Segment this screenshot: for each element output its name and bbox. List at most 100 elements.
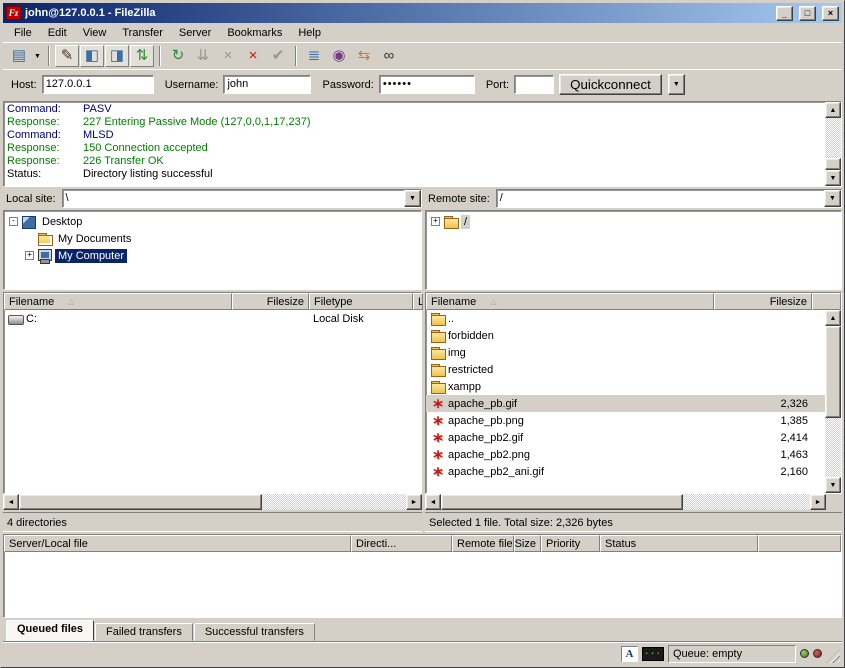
remote-row-file[interactable]: apache_pb2_ani.gif 2,160 [426,463,825,480]
local-site-value[interactable]: \ [63,190,404,207]
site-manager-dropdown-icon[interactable]: ▼ [32,45,43,67]
cancel-icon: × [216,45,240,67]
remote-vertical-scrollbar[interactable]: ▲ ▼ [825,310,841,493]
tab-failed-transfers[interactable]: Failed transfers [95,623,193,641]
column-size[interactable]: Size [514,535,541,552]
chevron-down-icon[interactable]: ▼ [404,190,421,207]
expand-icon[interactable]: + [25,251,34,260]
close-button[interactable]: × [822,6,839,21]
remote-row-file-selected[interactable]: apache_pb.gif 2,326 [426,395,825,412]
scroll-down-icon[interactable]: ▼ [825,170,841,186]
remote-list-body: .. forbidden img restricted xamp [426,310,825,493]
remote-row-parent-dir[interactable]: .. [426,310,825,327]
menu-file[interactable]: File [6,25,40,41]
remote-row-folder[interactable]: img [426,344,825,361]
tree-item-my-computer[interactable]: + My Computer [6,247,421,264]
remote-row-file[interactable]: apache_pb2.gif 2,414 [426,429,825,446]
speed-limit-indicator-icon[interactable]: ··· [642,647,664,661]
menu-bar: File Edit View Transfer Server Bookmarks… [3,23,842,42]
queue-body[interactable] [4,552,841,617]
remote-row-folder[interactable]: xampp [426,378,825,395]
disconnect-icon[interactable]: × [241,45,265,67]
quickconnect-button[interactable]: Quickconnect [559,74,662,95]
remote-horizontal-scrollbar[interactable]: ◄ ► [425,494,842,510]
host-label: Host: [11,79,37,91]
local-horizontal-scrollbar[interactable]: ◄ ► [3,494,422,510]
menu-view[interactable]: View [75,25,115,41]
filename-filters-icon[interactable]: ◉ [327,45,351,67]
remote-row-folder[interactable]: forbidden [426,327,825,344]
refresh-icon[interactable]: ↻ [166,45,190,67]
local-row-c-drive[interactable]: C: Local Disk [4,310,421,327]
remote-site-combo[interactable]: / ▼ [496,189,842,208]
scrollbar-thumb[interactable] [19,494,262,510]
column-filename[interactable]: Filename △ [4,293,232,310]
scrollbar-thumb[interactable] [441,494,683,510]
toggle-local-tree-icon[interactable]: ◧ [80,45,104,67]
column-filesize[interactable]: Filesize [714,293,812,310]
resize-grip[interactable] [826,649,840,663]
find-files-icon[interactable]: ∞ [377,45,401,67]
local-list-body: C: Local Disk [4,310,421,493]
synchronized-browsing-icon[interactable]: ⇆ [352,45,376,67]
username-input[interactable]: john [223,75,311,94]
my-documents-icon [37,232,53,246]
transfer-type-indicator-icon[interactable]: A [621,646,638,662]
column-server-local-file[interactable]: Server/Local file [4,535,351,552]
scrollbar-thumb[interactable] [825,326,841,418]
expand-icon[interactable]: + [431,217,440,226]
tree-item-root[interactable]: + / [428,213,841,230]
tab-successful-transfers[interactable]: Successful transfers [194,623,315,641]
scroll-up-icon[interactable]: ▲ [825,310,841,326]
collapse-icon[interactable]: - [9,217,18,226]
toggle-transfer-queue-icon[interactable]: ⇅ [130,45,154,67]
maximize-button[interactable]: □ [799,6,816,21]
minimize-button[interactable]: _ [776,6,793,21]
remote-site-label: Remote site: [425,193,492,205]
remote-pane: Remote site: / ▼ + / Filename △ [425,189,842,532]
remote-row-file[interactable]: apache_pb2.png 1,463 [426,446,825,463]
menu-bookmarks[interactable]: Bookmarks [219,25,290,41]
toolbar: ▤ ▼ ✎ ◧ ◨ ⇅ ↻ ⇊ × × ✔ ≣ ◉ ⇆ ∞ [3,42,842,69]
menu-edit[interactable]: Edit [40,25,75,41]
toggle-message-log-icon[interactable]: ✎ [55,45,79,67]
chevron-down-icon[interactable]: ▼ [824,190,841,207]
tree-item-desktop[interactable]: - Desktop [6,213,421,230]
scroll-left-icon[interactable]: ◄ [3,494,19,510]
menu-server[interactable]: Server [171,25,219,41]
column-remote-file[interactable]: Remote file [452,535,514,552]
scrollbar-thumb[interactable] [825,158,841,170]
scroll-down-icon[interactable]: ▼ [825,477,841,493]
password-input[interactable]: •••••• [379,75,475,94]
queue-tabs: Queued files Failed transfers Successful… [3,618,842,641]
remote-site-value[interactable]: / [497,190,824,207]
scroll-up-icon[interactable]: ▲ [825,102,841,118]
column-filesize[interactable]: Filesize [232,293,309,310]
column-priority[interactable]: Priority [541,535,600,552]
column-direction[interactable]: Directi... [351,535,452,552]
toggle-remote-tree-icon[interactable]: ◨ [105,45,129,67]
local-site-combo[interactable]: \ ▼ [62,189,422,208]
local-file-list: Filename △ Filesize Filetype L C: Local … [3,292,422,494]
port-input[interactable] [514,75,554,94]
menu-help[interactable]: Help [290,25,329,41]
scroll-right-icon[interactable]: ► [810,494,826,510]
remote-row-folder[interactable]: restricted [426,361,825,378]
local-status-text: 4 directories [3,512,422,532]
log-scrollbar[interactable]: ▲ ▼ [825,102,841,186]
tree-item-my-documents[interactable]: My Documents [6,230,421,247]
site-manager-icon[interactable]: ▤ [7,45,31,67]
menu-transfer[interactable]: Transfer [114,25,171,41]
local-site-label: Local site: [3,193,58,205]
message-log-lines: Command:PASV Response:227 Entering Passi… [4,102,825,186]
column-status[interactable]: Status [600,535,758,552]
scroll-left-icon[interactable]: ◄ [425,494,441,510]
scroll-right-icon[interactable]: ► [406,494,422,510]
tab-queued-files[interactable]: Queued files [6,620,94,641]
directory-comparison-icon[interactable]: ≣ [302,45,326,67]
column-filetype[interactable]: Filetype [309,293,413,310]
remote-row-file[interactable]: apache_pb.png 1,385 [426,412,825,429]
host-input[interactable]: 127.0.0.1 [42,75,154,94]
quickconnect-dropdown-icon[interactable]: ▼ [668,74,685,95]
column-filename[interactable]: Filename △ [426,293,714,310]
